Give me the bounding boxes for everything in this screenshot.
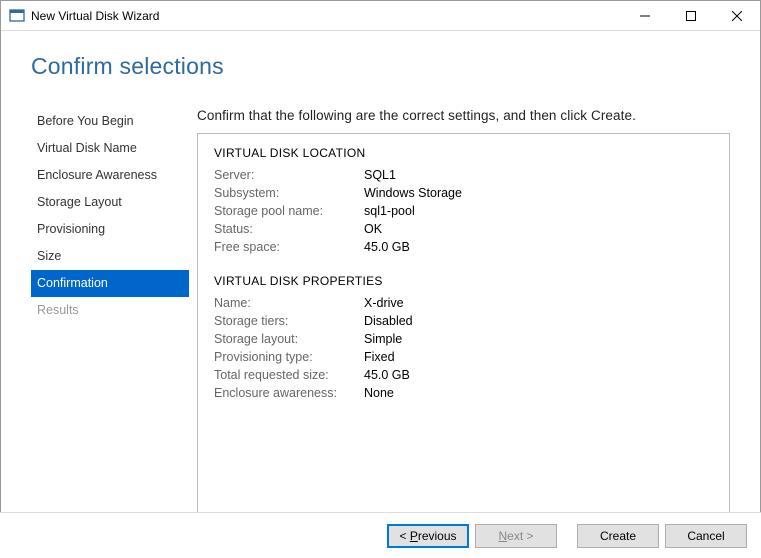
kv-value: SQL1 (364, 168, 396, 182)
kv-value: Disabled (364, 314, 413, 328)
kv-value: Windows Storage (364, 186, 462, 200)
kv-value: OK (364, 222, 382, 236)
kv-key: Server: (214, 168, 364, 182)
wizard-steps-sidebar: Before You BeginVirtual Disk NameEnclosu… (31, 108, 189, 516)
kv-key: Storage layout: (214, 332, 364, 346)
kv-key: Total requested size: (214, 368, 364, 382)
section-location: VIRTUAL DISK LOCATION Server:SQL1Subsyst… (214, 146, 713, 256)
section-properties: VIRTUAL DISK PROPERTIES Name:X-driveStor… (214, 274, 713, 402)
close-button[interactable] (714, 1, 760, 31)
kv-row: Provisioning type:Fixed (214, 348, 713, 366)
kv-row: Total requested size:45.0 GB (214, 366, 713, 384)
kv-row: Free space:45.0 GB (214, 238, 713, 256)
kv-key: Name: (214, 296, 364, 310)
previous-button[interactable]: < Previous (387, 524, 469, 548)
page-heading: Confirm selections (31, 53, 730, 80)
kv-row: Storage pool name:sql1-pool (214, 202, 713, 220)
instruction-text: Confirm that the following are the corre… (197, 108, 730, 123)
app-icon (9, 8, 25, 24)
section-title-properties: VIRTUAL DISK PROPERTIES (214, 274, 713, 288)
wizard-step-confirmation[interactable]: Confirmation (31, 270, 189, 297)
wizard-step-storage-layout[interactable]: Storage Layout (31, 189, 189, 216)
kv-key: Storage tiers: (214, 314, 364, 328)
kv-key: Subsystem: (214, 186, 364, 200)
kv-value: X-drive (364, 296, 404, 310)
cancel-button[interactable]: Cancel (665, 524, 747, 548)
wizard-step-results: Results (31, 297, 189, 324)
kv-row: Storage layout:Simple (214, 330, 713, 348)
confirmation-panel: VIRTUAL DISK LOCATION Server:SQL1Subsyst… (197, 133, 730, 516)
kv-value: Simple (364, 332, 402, 346)
wizard-step-provisioning[interactable]: Provisioning (31, 216, 189, 243)
wizard-step-enclosure-awareness[interactable]: Enclosure Awareness (31, 162, 189, 189)
kv-row: Enclosure awareness:None (214, 384, 713, 402)
kv-row: Server:SQL1 (214, 166, 713, 184)
kv-row: Status:OK (214, 220, 713, 238)
kv-key: Enclosure awareness: (214, 386, 364, 400)
kv-row: Name:X-drive (214, 294, 713, 312)
kv-value: Fixed (364, 350, 395, 364)
kv-row: Storage tiers:Disabled (214, 312, 713, 330)
kv-key: Storage pool name: (214, 204, 364, 218)
kv-key: Status: (214, 222, 364, 236)
minimize-button[interactable] (622, 1, 668, 31)
titlebar: New Virtual Disk Wizard (1, 1, 760, 31)
window-title: New Virtual Disk Wizard (31, 9, 159, 23)
create-button[interactable]: Create (577, 524, 659, 548)
section-title-location: VIRTUAL DISK LOCATION (214, 146, 713, 160)
wizard-step-before-you-begin[interactable]: Before You Begin (31, 108, 189, 135)
kv-value: sql1-pool (364, 204, 415, 218)
wizard-footer: < Previous Next > Create Cancel (0, 512, 761, 558)
wizard-step-size[interactable]: Size (31, 243, 189, 270)
kv-value: None (364, 386, 394, 400)
kv-key: Provisioning type: (214, 350, 364, 364)
kv-value: 45.0 GB (364, 368, 410, 382)
kv-row: Subsystem:Windows Storage (214, 184, 713, 202)
kv-key: Free space: (214, 240, 364, 254)
next-button: Next > (475, 524, 557, 548)
wizard-step-virtual-disk-name[interactable]: Virtual Disk Name (31, 135, 189, 162)
kv-value: 45.0 GB (364, 240, 410, 254)
maximize-button[interactable] (668, 1, 714, 31)
